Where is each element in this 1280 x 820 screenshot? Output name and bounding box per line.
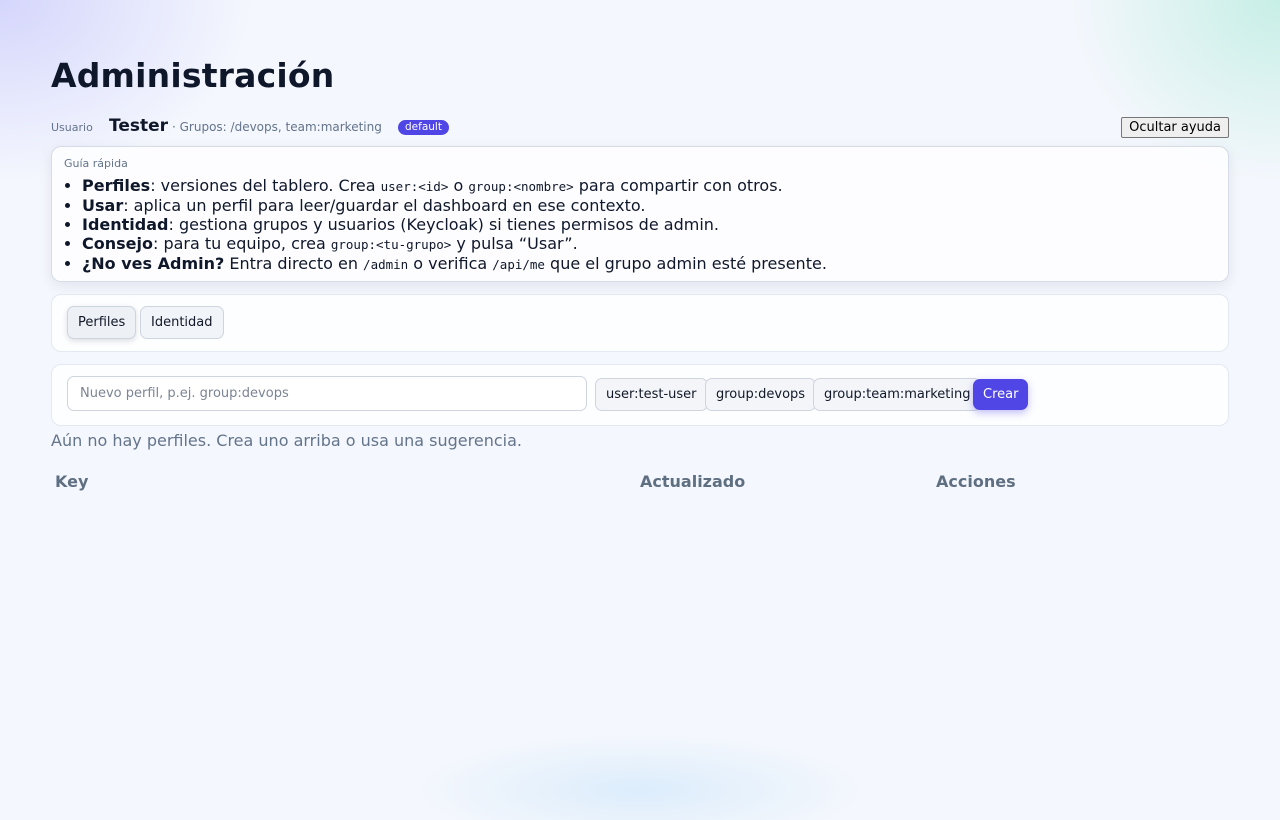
suggestion-group-devops[interactable]: group:devops <box>705 378 817 411</box>
create-profile-button[interactable]: Crear <box>973 379 1029 410</box>
guide-code: group:<tu-grupo> <box>330 237 452 252</box>
column-header-actions: Acciones <box>936 472 1016 491</box>
guide-text: para compartir con otros. <box>573 176 783 195</box>
suggestion-group-team-marketing[interactable]: group:team:marketing <box>813 378 982 411</box>
hide-help-button[interactable]: Ocultar ayuda <box>1121 117 1229 138</box>
suggestion-user-test-user[interactable]: user:test-user <box>595 378 708 411</box>
guide-text: : versiones del tablero. Crea <box>150 176 381 195</box>
new-profile-input[interactable] <box>67 376 587 411</box>
column-header-updated: Actualizado <box>640 472 746 491</box>
tab-identity[interactable]: Identidad <box>140 306 224 339</box>
guide-term: Identidad <box>82 215 169 234</box>
quick-guide-panel: Guía rápida Perfiles: versiones del tabl… <box>51 146 1229 282</box>
guide-item-identity: Identidad: gestiona grupos y usuarios (K… <box>82 215 827 234</box>
page-title: Administración <box>51 56 335 95</box>
guide-text: o verifica <box>408 254 493 273</box>
guide-code: group:<nombre> <box>468 179 574 194</box>
empty-profiles-message: Aún no hay perfiles. Crea uno arriba o u… <box>51 431 522 450</box>
guide-code: user:<id> <box>380 179 449 194</box>
guide-text: : aplica un perfil para leer/guardar el … <box>123 196 646 215</box>
quick-guide-list: Perfiles: versiones del tablero. Crea us… <box>52 176 827 274</box>
user-info-row: Usuario Tester · Grupos: /devops, team:m… <box>51 115 1229 139</box>
guide-code: /admin <box>363 257 409 272</box>
guide-text: Entra directo en <box>224 254 364 273</box>
guide-term: Usar <box>82 196 124 215</box>
admin-tabs: Perfiles Identidad <box>51 294 1229 352</box>
quick-guide-title: Guía rápida <box>64 157 128 170</box>
guide-item-use: Usar: aplica un perfil para leer/guardar… <box>82 196 827 215</box>
user-groups: · Grupos: /devops, team:marketing <box>172 120 382 134</box>
guide-text: : para tu equipo, crea <box>152 234 331 253</box>
guide-term: Perfiles <box>82 176 151 195</box>
guide-text: : gestiona grupos y usuarios (Keycloak) … <box>168 215 719 234</box>
user-label: Usuario <box>51 121 93 134</box>
guide-code: /api/me <box>492 257 545 272</box>
guide-term: Consejo <box>82 234 153 253</box>
active-profile-badge: default <box>398 120 449 135</box>
guide-term: ¿No ves Admin? <box>82 254 225 273</box>
column-header-key: Key <box>55 472 89 491</box>
guide-item-no-admin: ¿No ves Admin? Entra directo en /admin o… <box>82 254 827 274</box>
guide-item-profiles: Perfiles: versiones del tablero. Crea us… <box>82 176 827 196</box>
tab-profiles[interactable]: Perfiles <box>67 306 137 339</box>
guide-text: que el grupo admin esté presente. <box>544 254 827 273</box>
guide-text: y pulsa “Usar”. <box>451 234 578 253</box>
create-profile-panel: user:test-user group:devops group:team:m… <box>51 364 1229 426</box>
guide-text: o <box>448 176 469 195</box>
user-name: Tester <box>109 116 169 136</box>
guide-item-tip: Consejo: para tu equipo, crea group:<tu-… <box>82 234 827 254</box>
